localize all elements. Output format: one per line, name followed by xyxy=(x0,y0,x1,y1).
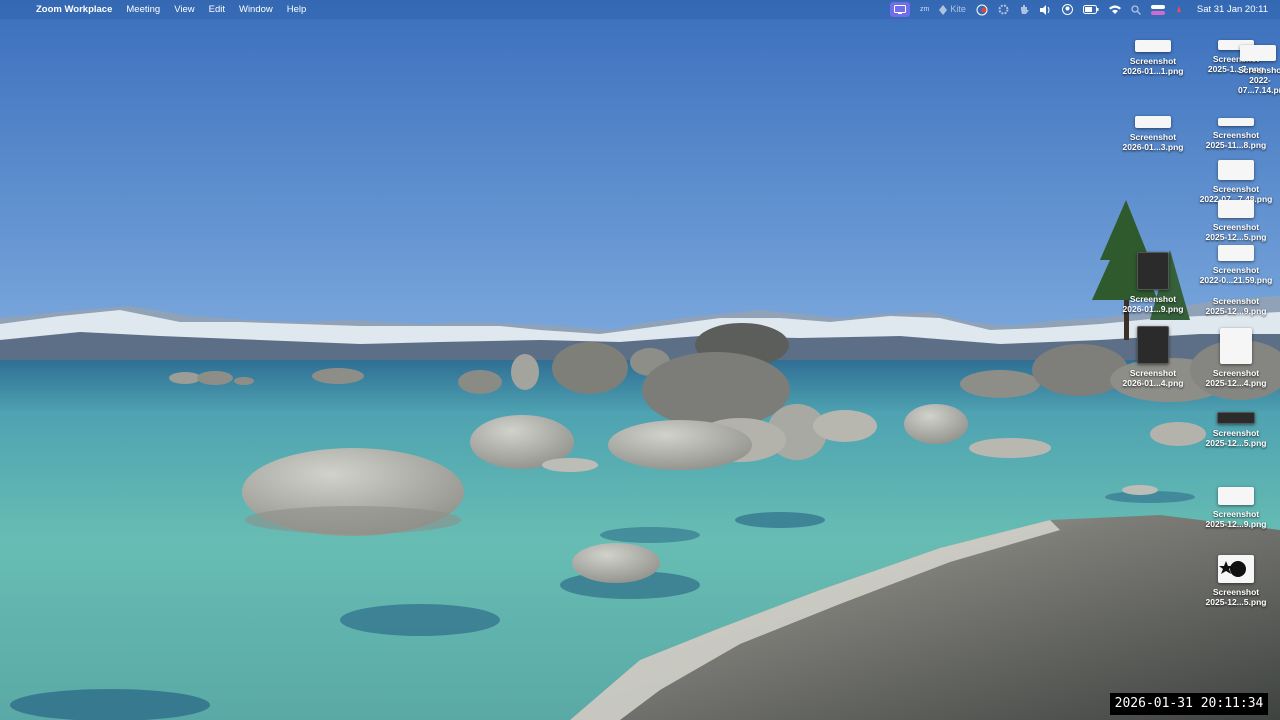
desktop: Zoom Workplace Meeting View Edit Window … xyxy=(0,0,1280,720)
app-name-menu[interactable]: Zoom Workplace xyxy=(36,0,112,19)
desktop-file-icon[interactable]: Screenshot 2022-07...7.14.png xyxy=(1198,45,1280,95)
desktop-file-icon[interactable]: Screenshot 2025-12...9.png xyxy=(1194,290,1278,316)
recording-timestamp: 2026-01-31 20:11:34 xyxy=(1110,693,1268,715)
recording-icon[interactable] xyxy=(976,0,988,19)
desktop-file-icon[interactable]: Screenshot 2025-12...5.png xyxy=(1194,412,1278,448)
menu-bar: Zoom Workplace Meeting View Edit Window … xyxy=(0,0,1280,19)
menu-bar-clock[interactable]: Sat 31 Jan 20:11 xyxy=(1197,0,1268,19)
star-image-icon xyxy=(1219,561,1246,577)
desktop-file-icon[interactable]: Screenshot 2025-12...9.png xyxy=(1194,487,1278,529)
file-thumbnail-icon xyxy=(1220,328,1252,364)
file-thumbnail-icon xyxy=(1137,326,1169,364)
desktop-file-icon[interactable]: Screenshot 2025-12...4.png xyxy=(1194,328,1278,388)
zoom-share-icon[interactable] xyxy=(890,2,910,17)
desktop-file-icon[interactable]: Screenshot 2026-01...3.png xyxy=(1111,116,1195,152)
desktop-file-icon[interactable]: Screenshot 2026-01...1.png xyxy=(1111,40,1195,76)
kite-icon[interactable]: Kite xyxy=(939,0,966,19)
file-thumbnail-icon xyxy=(1135,116,1171,128)
file-thumbnail-icon xyxy=(1240,45,1276,61)
desktop-wallpaper xyxy=(0,0,1280,720)
volume-icon[interactable] xyxy=(1039,0,1052,19)
file-thumbnail-icon xyxy=(1218,245,1254,261)
wifi-icon[interactable] xyxy=(1108,0,1121,19)
desktop-file-icon[interactable]: Screenshot 2022-07...7.48.png xyxy=(1194,160,1278,204)
control-center-icon[interactable] xyxy=(1150,0,1165,19)
file-thumbnail-icon xyxy=(1218,487,1254,505)
menu-help[interactable]: Help xyxy=(287,0,307,19)
file-thumbnail-icon xyxy=(1217,412,1255,424)
menu-meeting[interactable]: Meeting xyxy=(126,0,160,19)
file-thumbnail-icon xyxy=(1218,200,1254,218)
file-thumbnail-icon xyxy=(1135,40,1171,52)
file-thumbnail-icon xyxy=(1218,160,1254,180)
hand-icon[interactable] xyxy=(1019,0,1030,19)
menu-edit[interactable]: Edit xyxy=(209,0,225,19)
desktop-file-icon[interactable]: Screenshot 2022-0...21.59.png xyxy=(1194,245,1278,285)
file-thumbnail-icon xyxy=(1218,555,1254,583)
menu-window[interactable]: Window xyxy=(239,0,273,19)
desktop-file-icon[interactable]: Screenshot 2025-11...8.png xyxy=(1194,118,1278,150)
kite-label: Kite xyxy=(950,4,966,14)
siri-icon[interactable] xyxy=(1175,0,1183,19)
desktop-file-icon[interactable]: Screenshot 2025-12...5.png xyxy=(1194,200,1278,242)
desktop-file-icon[interactable]: Screenshot 2025-12...5.png xyxy=(1194,555,1278,607)
desktop-file-icon[interactable]: Screenshot 2026-01...9.png xyxy=(1111,252,1195,314)
file-thumbnail-icon xyxy=(1137,252,1169,290)
file-thumbnail-icon xyxy=(1218,118,1254,126)
gear-icon[interactable] xyxy=(998,0,1009,19)
menu-view[interactable]: View xyxy=(174,0,194,19)
search-icon[interactable] xyxy=(1131,0,1141,19)
zoom-icon[interactable]: zm xyxy=(920,0,929,19)
battery-icon[interactable] xyxy=(1082,0,1099,19)
desktop-file-icon[interactable]: Screenshot 2026-01...4.png xyxy=(1111,326,1195,388)
user-icon[interactable] xyxy=(1061,0,1073,19)
